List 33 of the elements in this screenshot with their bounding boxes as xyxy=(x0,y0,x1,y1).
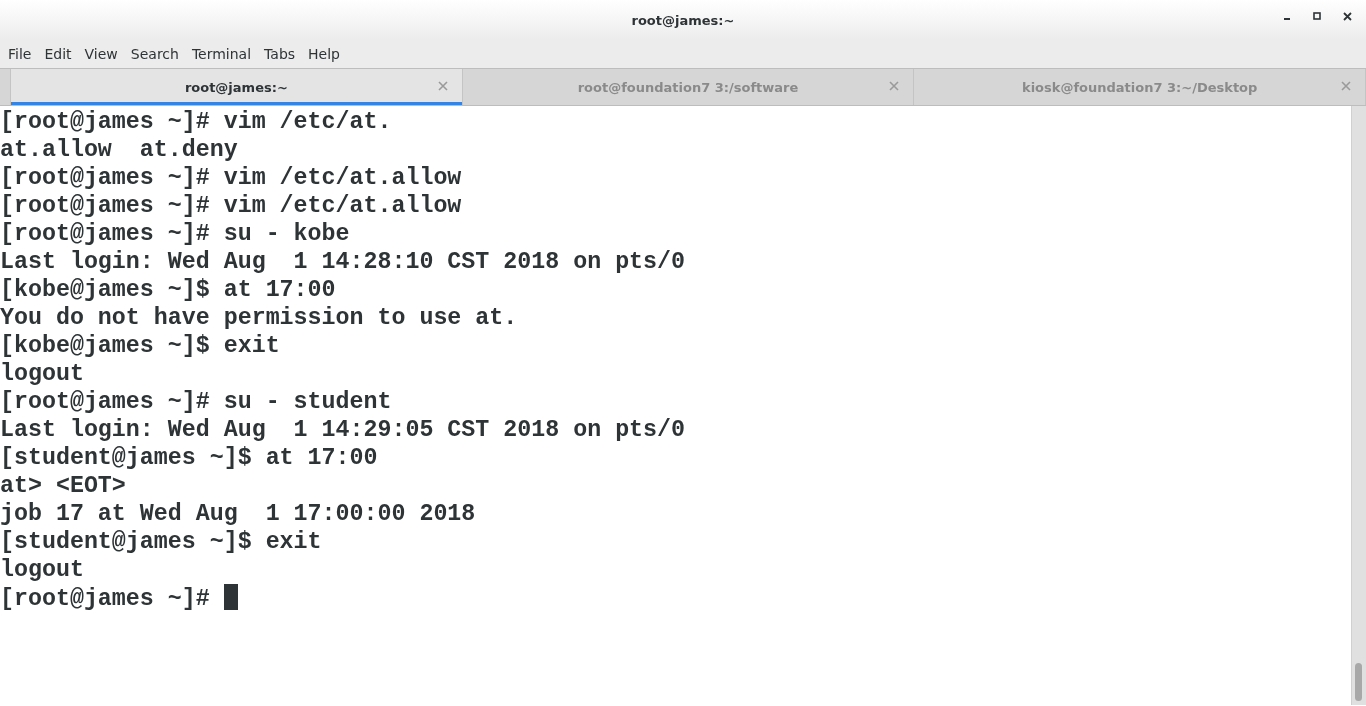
terminal-line: logout xyxy=(0,361,84,387)
terminal-line: [kobe@james ~]$ at 17:00 xyxy=(0,277,336,303)
terminal-line: Last login: Wed Aug 1 14:28:10 CST 2018 on pts/0 xyxy=(0,249,686,275)
tab-close-icon[interactable] xyxy=(889,81,900,91)
terminal-line: at> <EOT> xyxy=(0,473,126,499)
terminal-tab[interactable]: root@james:~ xyxy=(10,69,463,105)
terminal-line: [root@james ~]# su - student xyxy=(0,389,392,415)
menu-item[interactable]: Help xyxy=(302,46,346,62)
terminal-line: [root@james ~]# xyxy=(0,586,211,612)
terminal-line: [root@james ~]# vim /etc/at. xyxy=(0,109,392,135)
terminal-line: job 17 at Wed Aug 1 17:00:00 2018 xyxy=(0,501,476,527)
terminal-line: [student@james ~]$ exit xyxy=(0,529,322,555)
terminal-line: logout xyxy=(0,557,84,583)
terminal-line: You do not have permission to use at. xyxy=(0,305,518,331)
terminal-line: [student@james ~]$ at 17:00 xyxy=(0,445,378,471)
terminal-line: Last login: Wed Aug 1 14:29:05 CST 2018 on pts/0 xyxy=(0,417,686,443)
tab-close-icon[interactable] xyxy=(437,81,448,91)
menu-item[interactable]: Edit xyxy=(38,46,78,62)
terminal-line: [root@james ~]# vim /etc/at.allow xyxy=(0,165,462,191)
scrollbar[interactable] xyxy=(1351,106,1366,705)
terminal-line: at.allow at.deny xyxy=(0,137,238,163)
terminal-line: [root@james ~]# vim /etc/at.allow xyxy=(0,193,462,219)
menu-item[interactable]: Terminal xyxy=(185,46,258,62)
close-icon[interactable] xyxy=(1343,12,1352,21)
menu-item[interactable]: View xyxy=(78,46,124,62)
menu-item[interactable]: Tabs xyxy=(258,46,302,62)
menu-item[interactable]: Search xyxy=(124,46,185,62)
terminal-line: [kobe@james ~]$ exit xyxy=(0,333,280,359)
window-title: root@james:~ xyxy=(631,12,735,28)
maximize-icon[interactable] xyxy=(1313,12,1321,20)
terminal-line: [root@james ~]# su - kobe xyxy=(0,221,350,247)
menu-item[interactable]: File xyxy=(2,46,38,62)
tab-close-icon[interactable] xyxy=(1341,81,1351,91)
